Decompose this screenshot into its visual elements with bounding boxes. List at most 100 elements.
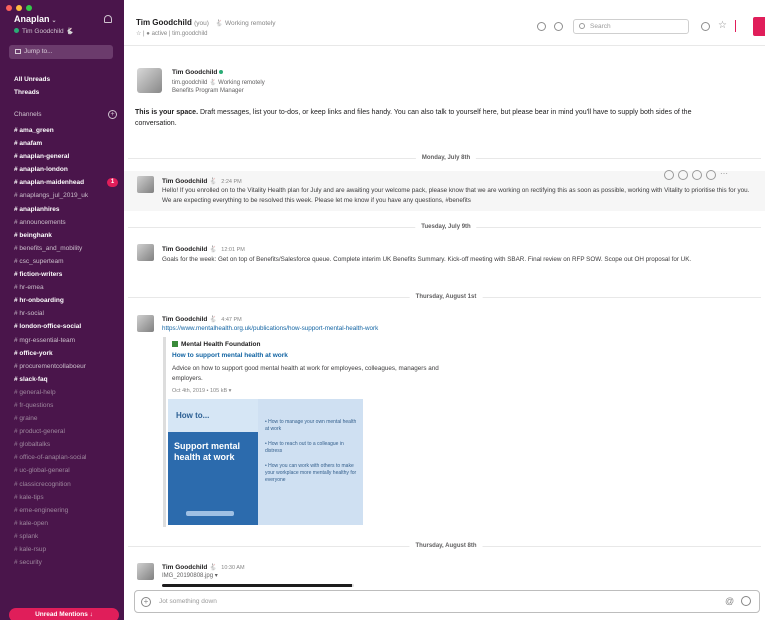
message-author[interactable]: Tim Goodchild 🐇 12:01 PM [162,245,245,253]
attach-icon[interactable]: + [141,597,151,607]
info-icon[interactable] [554,22,563,31]
link-preview-title[interactable]: How to support mental health at work [172,352,288,359]
message-author[interactable]: Tim Goodchild 🐇 10:30 AM [162,563,245,571]
intro-description: This is your space. Draft messages, list… [135,107,735,129]
sidebar-channel-item[interactable]: # anaplan-general [0,150,124,163]
current-user[interactable]: Tim Goodchild 🐇 [14,27,74,35]
sidebar-channel-item[interactable]: # office-of-anaplan-social [0,451,124,464]
message-author-name: Tim Goodchild 🐇 [162,564,218,571]
message-author[interactable]: Tim Goodchild 🐇 2:24 PM [162,177,242,185]
sidebar-channel-item[interactable]: # anafam [0,137,124,150]
sidebar-channel-item[interactable]: # kale-open [0,517,124,530]
sidebar-channel-item[interactable]: # benefits_and_mobility [0,242,124,255]
sidebar-channel-item[interactable]: # uc-global-general [0,464,124,477]
sidebar-channel-item[interactable]: # eme-engineering [0,504,124,517]
save-message-icon[interactable] [706,170,716,180]
star-icon[interactable]: ☆ [718,20,727,31]
maximize-window-button[interactable] [26,5,32,11]
message-input[interactable] [159,594,699,609]
add-reaction-icon[interactable] [664,170,674,180]
sidebar-channel-item[interactable]: # london-office-social [0,320,124,333]
notification-tab[interactable] [753,17,765,36]
close-window-button[interactable] [6,5,12,11]
conversation-title[interactable]: Tim Goodchild (you) 🐇 Working remotely [136,18,276,27]
more-actions-icon[interactable]: ⋯ [720,170,728,180]
promo-item: • How to manage your own mental health a… [265,419,357,432]
sidebar-item-threads[interactable]: Threads [14,89,39,96]
sidebar-channel-item[interactable]: # graine [0,412,124,425]
sidebar-channel-item[interactable]: # office-york [0,347,124,360]
sidebar-channel-item[interactable]: # globaltalks [0,438,124,451]
sidebar-channel-item[interactable]: # ama_green [0,124,124,137]
sidebar-channel-item[interactable]: # anaplanhires [0,203,124,216]
sidebar-channel-item[interactable]: # product-general [0,425,124,438]
sidebar-channel-item[interactable]: # mgr-essential-team [0,334,124,347]
channels-section-label[interactable]: Channels [14,111,41,118]
date-divider-label[interactable]: Monday, July 8th [415,155,477,161]
file-attachment[interactable]: IMG_20190808.jpg ▾ [162,572,218,579]
intro-name[interactable]: Tim Goodchild [172,69,224,76]
sidebar-channel-label: # anaplangs_jul_2019_uk [14,192,89,200]
message-author-name: Tim Goodchild 🐇 [162,316,218,323]
unread-mentions-button[interactable]: Unread Mentions ↓ [9,608,119,620]
message-timestamp: 4:47 PM [221,317,242,323]
link-preview-file-info[interactable]: Oct 4th, 2019 • 105 kB ▾ [172,388,231,394]
minimize-window-button[interactable] [16,5,22,11]
sidebar-item-all-unreads[interactable]: All Unreads [14,76,50,83]
sidebar-channel-item[interactable]: # kale-rsup [0,543,124,556]
search-input[interactable]: Search [573,19,689,34]
chevron-down-icon: ⌄ [51,18,57,24]
sidebar-channel-item[interactable]: # announcements [0,216,124,229]
sidebar-channel-item[interactable]: # anaplan-london [0,163,124,176]
sidebar-channel-label: # general-help [14,388,56,396]
mention-icon[interactable]: @ [725,596,734,606]
link-preview-site[interactable]: Mental Health Foundation [172,341,260,348]
call-icon[interactable] [537,22,546,31]
link-preview-image[interactable]: How to... Support mental health at work … [168,399,363,525]
promo-left-panel: How to... Support mental health at work [168,399,258,525]
sidebar-channel-item[interactable]: # anaplan-maidenhead 1 [0,176,124,189]
sidebar-channel-item[interactable]: # general-help [0,386,124,399]
sidebar-channel-item[interactable]: # classicrecognition [0,478,124,491]
jump-to-button[interactable]: Jump to... [9,45,113,59]
sidebar-channel-item[interactable]: # fr-questions [0,399,124,412]
reply-thread-icon[interactable] [678,170,688,180]
date-divider-label[interactable]: Thursday, August 8th [409,543,483,549]
sidebar-channel-label: # hr-onboarding [14,297,64,305]
promo-how-to: How to... [176,411,210,420]
message-author[interactable]: Tim Goodchild 🐇 4:47 PM [162,315,242,323]
presence-dot-icon [14,28,19,33]
sidebar-channel-item[interactable]: # kale-tips [0,491,124,504]
sidebar-channel-label: # hr-emea [14,284,44,292]
date-divider-label[interactable]: Thursday, August 1st [409,294,483,300]
sidebar-channel-label: # hr-social [14,310,44,318]
sidebar-channel-item[interactable]: # slack-faq [0,373,124,386]
message-link[interactable]: https://www.mentalhealth.org.uk/publicat… [162,325,378,332]
sidebar-channel-item[interactable]: # csc_superteam [0,255,124,268]
promo-list: • How to manage your own mental health a… [265,419,360,492]
avatar[interactable] [137,68,162,93]
share-message-icon[interactable] [692,170,702,180]
avatar[interactable] [137,563,154,580]
sidebar-channel-item[interactable]: # hr-social [0,307,124,320]
sidebar-channel-item[interactable]: # anaplangs_jul_2019_uk [0,189,124,202]
emoji-icon[interactable] [741,596,751,606]
date-divider-label[interactable]: Tuesday, July 9th [415,224,477,230]
sidebar-channel-item[interactable]: # splank [0,530,124,543]
avatar[interactable] [137,176,154,193]
avatar[interactable] [137,244,154,261]
sidebar-channel-item[interactable]: # hr-onboarding [0,294,124,307]
sidebar-channel-item[interactable]: # beinghank [0,229,124,242]
bell-icon[interactable] [104,15,112,23]
sidebar-channel-item[interactable]: # procurementcollaboeur [0,360,124,373]
sidebar-channel-label: # anaplan-maidenhead [14,179,85,187]
promo-item: • How you can work with others to make y… [265,463,357,483]
message-timestamp: 12:01 PM [221,247,245,253]
add-channel-icon[interactable]: + [108,110,117,119]
sidebar-channel-item[interactable]: # hr-emea [0,281,124,294]
mentions-icon[interactable] [701,22,710,31]
workspace-switcher[interactable]: Anaplan ⌄ [14,14,57,24]
avatar[interactable] [137,315,154,332]
sidebar-channel-item[interactable]: # security [0,556,124,569]
sidebar-channel-item[interactable]: # fiction-writers [0,268,124,281]
